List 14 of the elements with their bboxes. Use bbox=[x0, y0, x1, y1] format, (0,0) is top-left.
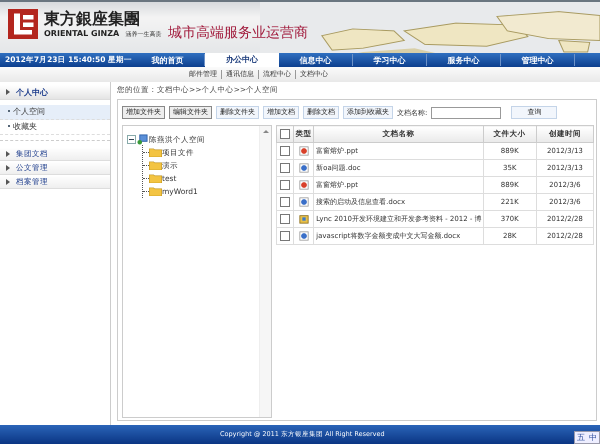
sidebar-title: 个人中心 bbox=[16, 86, 48, 98]
ime-key[interactable]: 五 bbox=[575, 432, 587, 443]
sidebar-header[interactable]: 个人中心 bbox=[0, 85, 110, 100]
sidebar-item[interactable]: 个人空间 bbox=[0, 105, 110, 120]
ime-key[interactable]: 中 bbox=[587, 432, 599, 443]
nav-tab[interactable]: 学习中心 bbox=[353, 54, 427, 66]
slogan: 城市高端服务业运营商 bbox=[168, 24, 308, 42]
nav-tab[interactable]: 管理中心 bbox=[501, 54, 575, 66]
nav-tab[interactable]: 服务中心 bbox=[427, 54, 501, 66]
sidebar-item[interactable]: 收藏夹 bbox=[0, 120, 110, 135]
logo-subtitle: ORIENTAL GINZA bbox=[44, 29, 120, 38]
logo-name: 東方銀座集團 bbox=[44, 9, 141, 29]
nav-tab[interactable]: 信息中心 bbox=[279, 54, 353, 66]
nav-tab[interactable]: 办公中心 bbox=[205, 53, 279, 67]
